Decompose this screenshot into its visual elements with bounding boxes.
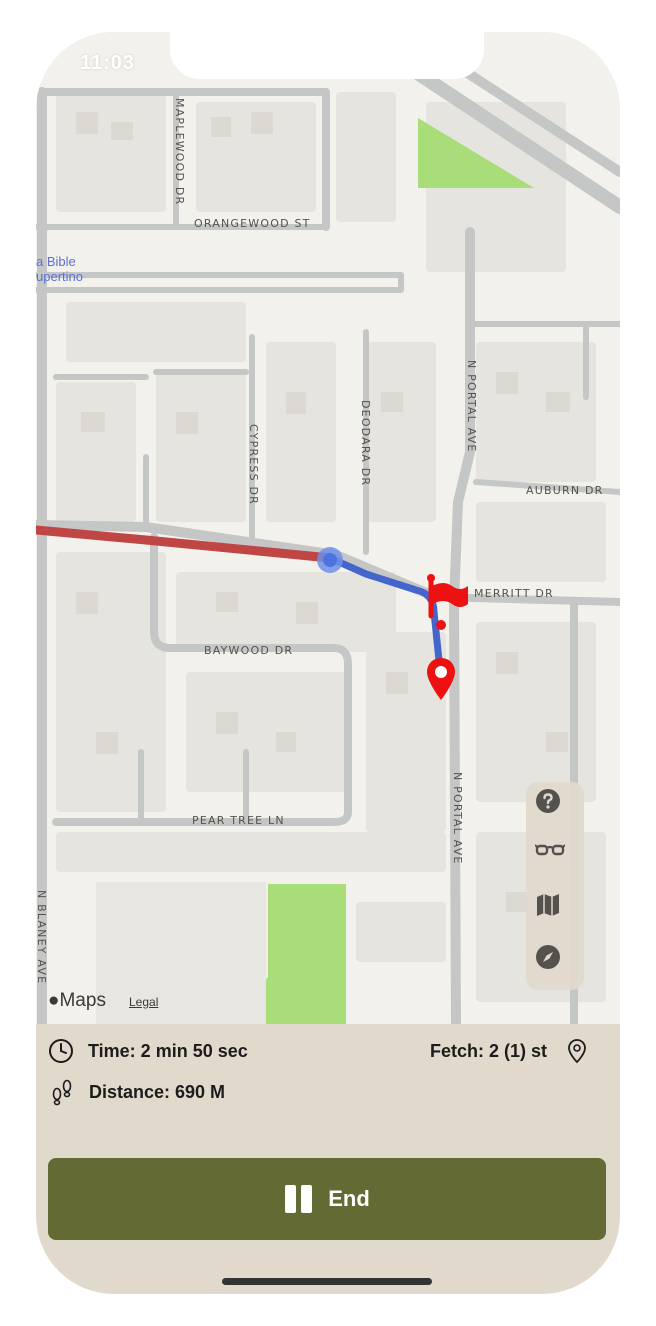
- footsteps-icon: [52, 1079, 72, 1106]
- help-button[interactable]: [535, 788, 575, 828]
- poi-label-line1: a Bible: [36, 254, 76, 269]
- apple-logo-icon: ●: [48, 990, 60, 1011]
- time-label: Time: 2 min 50 sec: [88, 1040, 248, 1061]
- fetch-row: Fetch: 2 (1) st: [430, 1038, 587, 1064]
- flag-marker-icon[interactable]: [422, 570, 472, 620]
- street-label-pear-tree: PEAR TREE LN: [192, 814, 285, 827]
- distance-label: Distance: 690 M: [89, 1081, 226, 1102]
- view-mode-button[interactable]: [535, 840, 575, 880]
- compass-icon: [536, 945, 560, 969]
- question-icon: [536, 789, 560, 813]
- time-row: Time: 2 min 50 sec: [48, 1038, 248, 1064]
- maps-logo-text: Maps: [59, 990, 106, 1011]
- street-label-auburn: AUBURN DR: [526, 484, 604, 497]
- map-type-button[interactable]: [535, 892, 575, 932]
- map-view[interactable]: MAPLEWOOD DR ORANGEWOOD ST CYPRESS DR DE…: [36, 32, 620, 1024]
- poi-label[interactable]: a Bible upertino: [36, 254, 83, 284]
- end-button-label: End: [328, 1186, 370, 1211]
- location-pin-outline-icon: [568, 1039, 586, 1064]
- phone-screen: MAPLEWOOD DR ORANGEWOOD ST CYPRESS DR DE…: [36, 32, 620, 1294]
- maps-attribution: ●Maps: [48, 990, 106, 1012]
- street-label-baywood: BAYWOOD DR: [204, 644, 294, 657]
- street-label-blaney: N BLANEY AVE: [36, 890, 48, 985]
- street-label-orangewood: ORANGEWOOD ST: [194, 217, 311, 230]
- end-button[interactable]: End: [48, 1158, 606, 1240]
- compass-button[interactable]: [535, 944, 575, 984]
- poi-label-line2: upertino: [36, 269, 83, 284]
- legal-link[interactable]: Legal: [129, 995, 158, 1009]
- map-icon: [537, 894, 559, 916]
- street-label-portal-south: N PORTAL AVE: [451, 772, 464, 865]
- glasses-icon: [535, 844, 565, 856]
- street-label-merritt: MERRITT DR: [474, 587, 554, 600]
- home-indicator[interactable]: [222, 1278, 432, 1285]
- street-label-portal-north: N PORTAL AVE: [465, 360, 478, 453]
- location-pin-icon[interactable]: [426, 656, 456, 702]
- fetch-label: Fetch: 2 (1) st: [430, 1040, 548, 1061]
- status-bar-time: 11:03: [80, 52, 136, 74]
- street-label-deodara: DEODARA DR: [359, 400, 372, 487]
- device-notch: [170, 32, 484, 79]
- pause-icon: [285, 1185, 313, 1213]
- clock-icon: [49, 1039, 73, 1063]
- street-label-maplewood: MAPLEWOOD DR: [173, 98, 186, 206]
- street-label-cypress: CYPRESS DR: [247, 424, 260, 506]
- distance-row: Distance: 690 M: [48, 1078, 225, 1106]
- map-toolbar: [526, 782, 584, 990]
